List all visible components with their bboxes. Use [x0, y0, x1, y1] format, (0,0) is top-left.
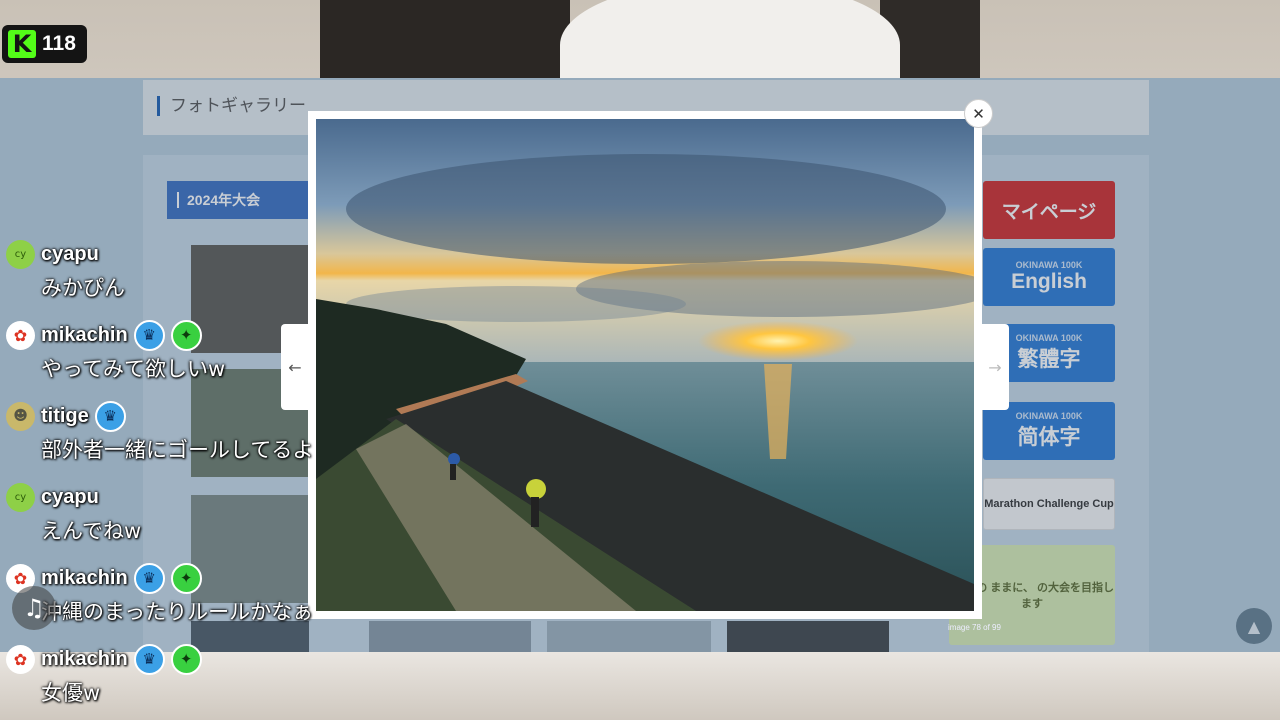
- crown-badge-icon: ♛: [94, 400, 126, 432]
- lightbox-frame: [308, 111, 982, 619]
- sunset-photo: [316, 119, 974, 611]
- user-avatar: cy: [6, 482, 35, 512]
- arrow-right-icon: →: [988, 357, 1002, 377]
- chat-message-text: 部外者一緒にゴールしてるよ: [41, 438, 314, 462]
- chat-message: ✿ mikachin ♛ ✦ やってみて欲しいw: [6, 319, 406, 400]
- chat-username[interactable]: titige: [41, 405, 89, 428]
- star-badge-icon: ✦: [170, 319, 202, 351]
- mouse-cursor-icon: ☝: [990, 381, 999, 397]
- music-note-icon[interactable]: ♫: [12, 586, 56, 630]
- chat-message-text: 女優w: [41, 681, 101, 705]
- user-avatar: cy: [6, 239, 35, 269]
- chat-username[interactable]: cyapu: [41, 243, 99, 266]
- chat-message-text: 沖縄のまったりルールかなぁ: [41, 600, 314, 624]
- chat-message: cy cyapu えんでねw: [6, 481, 406, 562]
- chat-message-text: えんでねw: [41, 519, 142, 543]
- chat-overlay: cy cyapu みかぴん ✿ mikachin ♛ ✦ やってみて欲しいw ☻…: [6, 238, 406, 720]
- chat-message-text: やってみて欲しいw: [41, 357, 226, 381]
- crown-badge-icon: ♛: [133, 643, 165, 675]
- chat-message: cy cyapu みかぴん: [6, 238, 406, 319]
- lightbox-close-button[interactable]: ✕: [964, 99, 993, 128]
- chat-username[interactable]: mikachin: [41, 648, 128, 671]
- lightbox-next-button[interactable]: →: [981, 324, 1009, 410]
- user-avatar: ✿: [6, 644, 35, 674]
- lightbox-image-counter: image 78 of 99: [948, 623, 1001, 632]
- lightbox-photo: [316, 119, 974, 611]
- user-avatar: ☻: [6, 401, 35, 431]
- kick-logo-icon: K: [8, 30, 36, 58]
- chat-message: ✿ mikachin ♛ ✦ 女優w: [6, 643, 406, 720]
- chat-message-text: みかぴん: [41, 276, 125, 300]
- chat-message: ✿ mikachin ♛ ✦ 沖縄のまったりルールかなぁ: [6, 562, 406, 643]
- star-badge-icon: ✦: [170, 562, 202, 594]
- star-badge-icon: ✦: [170, 643, 202, 675]
- viewer-count-badge: K 118: [2, 25, 87, 63]
- crown-badge-icon: ♛: [133, 319, 165, 351]
- chat-username[interactable]: mikachin: [41, 324, 128, 347]
- webcam-background-dark-left: [320, 0, 570, 80]
- chat-message: ☻ titige ♛ 部外者一緒にゴールしてるよ: [6, 400, 406, 481]
- chat-username[interactable]: cyapu: [41, 486, 99, 509]
- viewer-count: 118: [42, 32, 76, 55]
- user-avatar: ✿: [6, 320, 35, 350]
- crown-badge-icon: ♛: [133, 562, 165, 594]
- close-icon: ✕: [972, 104, 985, 123]
- chat-username[interactable]: mikachin: [41, 567, 128, 590]
